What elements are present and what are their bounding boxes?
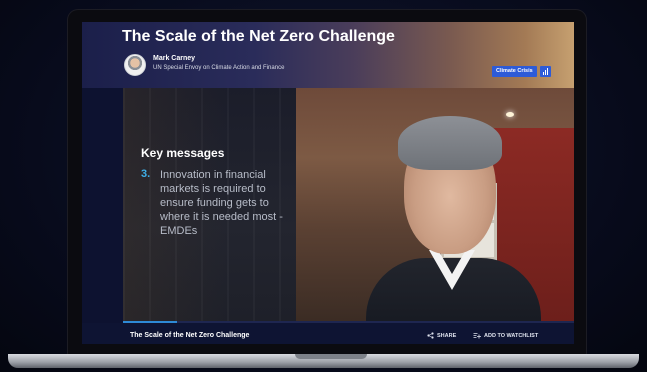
share-label: SHARE (437, 332, 457, 339)
speaker-role: UN Special Envoy on Climate Action and F… (153, 65, 285, 71)
speaker-hair (398, 116, 502, 170)
laptop-notch (295, 354, 367, 359)
chart-button[interactable] (540, 66, 551, 77)
player-bottom-bar: The Scale of the Net Zero Challenge SHAR… (82, 323, 574, 344)
screen: The Scale of the Net Zero Challenge Mark… (82, 22, 574, 344)
add-to-watchlist-button[interactable]: ADD TO WATCHLIST (473, 332, 538, 339)
avatar (124, 54, 146, 76)
slide-point-text: Innovation in financial markets is requi… (160, 169, 283, 237)
climate-crisis-tag[interactable]: Climate Crisis (492, 66, 537, 77)
video-frame[interactable] (296, 88, 574, 321)
slide-point-number: 3. (141, 168, 151, 180)
share-button[interactable]: SHARE (427, 332, 456, 339)
speaker-body (366, 258, 541, 321)
chart-icon (540, 66, 551, 77)
laptop-base (8, 354, 639, 368)
video-header: The Scale of the Net Zero Challenge Mark… (82, 22, 574, 88)
page-title: The Scale of the Net Zero Challenge (122, 28, 395, 45)
slide-heading: Key messages (141, 146, 225, 160)
video-title: The Scale of the Net Zero Challenge (130, 332, 250, 339)
slide-panel: Key messages 3. Innovation in financial … (123, 88, 296, 321)
share-icon (427, 332, 434, 339)
speaker-name[interactable]: Mark Carney (153, 55, 195, 62)
watchlist-label: ADD TO WATCHLIST (484, 332, 539, 339)
watchlist-icon (473, 332, 481, 339)
ceiling-light (506, 112, 514, 117)
